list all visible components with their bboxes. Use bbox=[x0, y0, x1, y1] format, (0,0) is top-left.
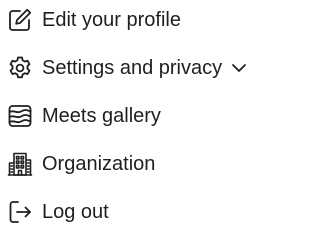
menu-item-label: Log out bbox=[42, 201, 109, 223]
account-menu: Edit your profile Settings and privacy M… bbox=[0, 0, 263, 249]
menu-item-label: Settings and privacy bbox=[42, 57, 223, 79]
edit-icon bbox=[6, 6, 34, 34]
logout-icon bbox=[6, 198, 34, 226]
chevron-down-icon[interactable] bbox=[228, 57, 250, 79]
menu-item-edit-profile[interactable]: Edit your profile bbox=[0, 0, 263, 40]
menu-item-settings-privacy[interactable]: Settings and privacy bbox=[0, 48, 263, 88]
menu-item-label: Edit your profile bbox=[42, 9, 181, 31]
menu-item-label: Organization bbox=[42, 153, 156, 175]
menu-item-log-out[interactable]: Log out bbox=[0, 192, 263, 232]
menu-item-label: Meets gallery bbox=[42, 105, 161, 127]
menu-item-organization[interactable]: Organization bbox=[0, 144, 263, 184]
gallery-icon bbox=[6, 102, 34, 130]
menu-item-meets-gallery[interactable]: Meets gallery bbox=[0, 96, 263, 136]
building-icon bbox=[6, 150, 34, 178]
gear-icon bbox=[6, 54, 34, 82]
